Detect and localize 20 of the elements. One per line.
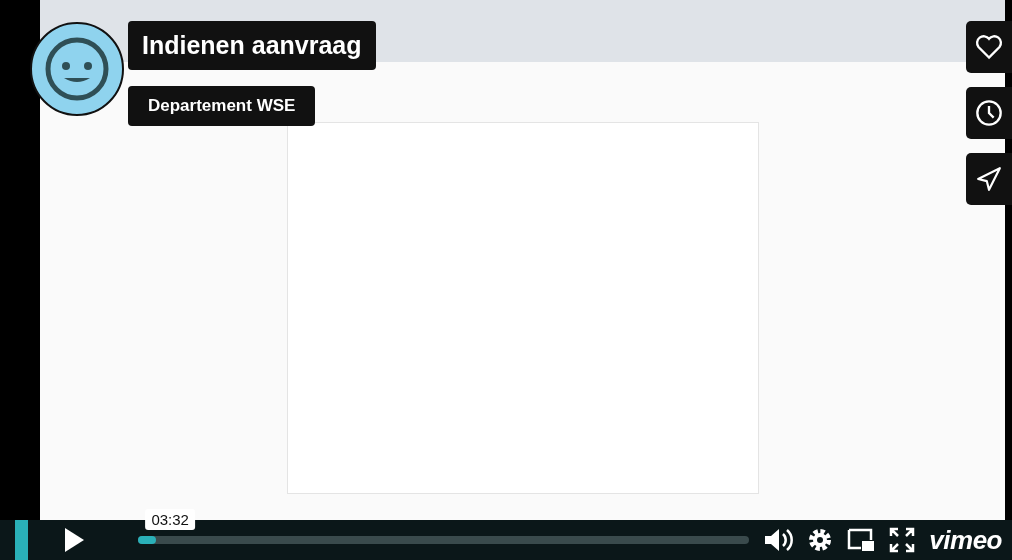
watch-later-button[interactable] <box>966 87 1012 139</box>
share-button[interactable] <box>966 153 1012 205</box>
volume-button[interactable] <box>763 527 794 553</box>
settings-icon <box>807 527 834 553</box>
fullscreen-icon <box>889 527 916 553</box>
settings-button[interactable] <box>807 527 834 553</box>
picture-in-picture-button[interactable] <box>847 528 876 552</box>
video-byline[interactable]: Departement WSE <box>128 86 316 126</box>
play-icon <box>63 527 85 553</box>
time-tooltip: 03:32 <box>145 509 195 530</box>
picture-in-picture-icon <box>847 528 876 552</box>
video-title[interactable]: Indienen aanvraag <box>128 21 376 70</box>
heart-icon <box>975 34 1003 60</box>
vimeo-logo[interactable]: vimeo <box>929 524 1002 556</box>
like-button[interactable] <box>966 21 1012 73</box>
paper-plane-icon <box>976 166 1002 192</box>
fullscreen-button[interactable] <box>889 527 916 553</box>
smiley-icon <box>44 36 110 102</box>
clock-icon <box>975 99 1003 127</box>
speaker-icon <box>763 527 794 553</box>
